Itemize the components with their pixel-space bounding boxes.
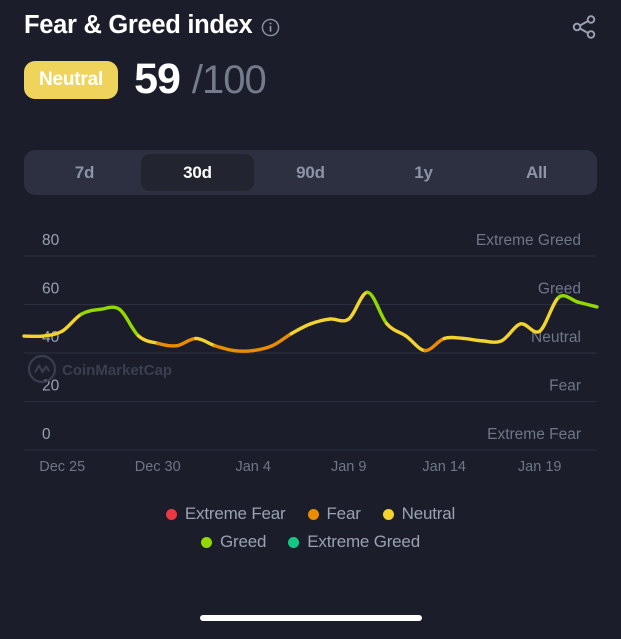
svg-text:20: 20 — [42, 378, 60, 395]
share-icon[interactable] — [567, 10, 601, 44]
legend-item-neutral: Neutral — [382, 504, 456, 524]
tab-all[interactable]: All — [480, 154, 593, 191]
index-max: /100 — [191, 57, 267, 102]
coinmarketcap-watermark: CoinMarketCap — [27, 354, 172, 384]
page-title: Fear & Greed index — [24, 11, 253, 39]
svg-text:Dec 30: Dec 30 — [135, 459, 181, 475]
tab-1y[interactable]: 1y — [367, 154, 480, 191]
svg-text:Extreme Greed: Extreme Greed — [476, 232, 581, 249]
legend-label-fear: Fear — [326, 504, 361, 523]
timerange-tabs: 7d 30d 90d 1y All — [24, 150, 597, 195]
legend-dot-fear — [307, 508, 319, 520]
svg-text:80: 80 — [42, 232, 60, 249]
chart-gridlines — [24, 255, 597, 451]
tab-30d[interactable]: 30d — [141, 154, 254, 191]
header: Fear & Greed index — [24, 8, 601, 48]
tab-90d[interactable]: 90d — [254, 154, 367, 191]
legend-dot-neutral — [382, 508, 394, 520]
chart-x-axis-labels: Dec 25 Dec 30 Jan 4 Jan 9 Jan 14 Jan 19 — [39, 459, 561, 475]
svg-text:Extreme Fear: Extreme Fear — [487, 426, 581, 443]
legend-row-1: Extreme Fear Fear Neutral — [0, 500, 621, 528]
legend-dot-extreme-greed — [288, 536, 300, 548]
chart-zone-labels: Extreme GreedGreedNeutralFearExtreme Fea… — [476, 232, 581, 443]
index-value: 59 — [134, 55, 181, 103]
score-row: Neutral 59 /100 — [24, 55, 267, 103]
svg-text:0: 0 — [42, 426, 51, 443]
legend-label-extreme-greed: Extreme Greed — [307, 532, 420, 551]
legend-label-neutral: Neutral — [401, 504, 456, 523]
legend-item-fear: Fear — [307, 504, 361, 524]
home-indicator — [199, 615, 422, 621]
svg-text:Dec 25: Dec 25 — [39, 459, 85, 475]
tab-7d[interactable]: 7d — [28, 154, 141, 191]
legend-dot-extreme-fear — [165, 508, 177, 520]
status-badge: Neutral — [24, 60, 119, 99]
svg-text:Jan 19: Jan 19 — [518, 459, 562, 475]
legend-item-extreme-fear: Extreme Fear — [165, 504, 286, 524]
legend-label-greed: Greed — [220, 532, 267, 551]
fear-greed-index-screen: Fear & Greed index Neutral 59 /100 7d 30… — [0, 0, 621, 639]
svg-text:Jan 4: Jan 4 — [235, 459, 270, 475]
info-circle-icon[interactable] — [261, 18, 280, 37]
title-row: Fear & Greed index — [24, 8, 601, 42]
svg-text:Jan 14: Jan 14 — [422, 459, 466, 475]
svg-text:Jan 9: Jan 9 — [331, 459, 366, 475]
svg-text:60: 60 — [42, 281, 60, 298]
legend-dot-greed — [201, 536, 213, 548]
legend-item-extreme-greed: Extreme Greed — [288, 532, 420, 552]
chart-line-path — [22, 290, 599, 353]
fear-greed-line-chart[interactable]: 80 60 40 20 0 Extreme Greed Greed Neutral Fear E… — [0, 215, 621, 480]
legend-label-extreme-fear: Extreme Fear — [184, 504, 286, 523]
svg-text:Fear: Fear — [549, 378, 581, 395]
legend-row-2: Greed Extreme Greed — [0, 528, 621, 556]
svg-text:CoinMarketCap: CoinMarketCap — [62, 362, 172, 379]
legend-item-greed: Greed — [201, 532, 266, 552]
chart-legend: Extreme Fear Fear Neutral Greed Extreme … — [0, 500, 621, 556]
